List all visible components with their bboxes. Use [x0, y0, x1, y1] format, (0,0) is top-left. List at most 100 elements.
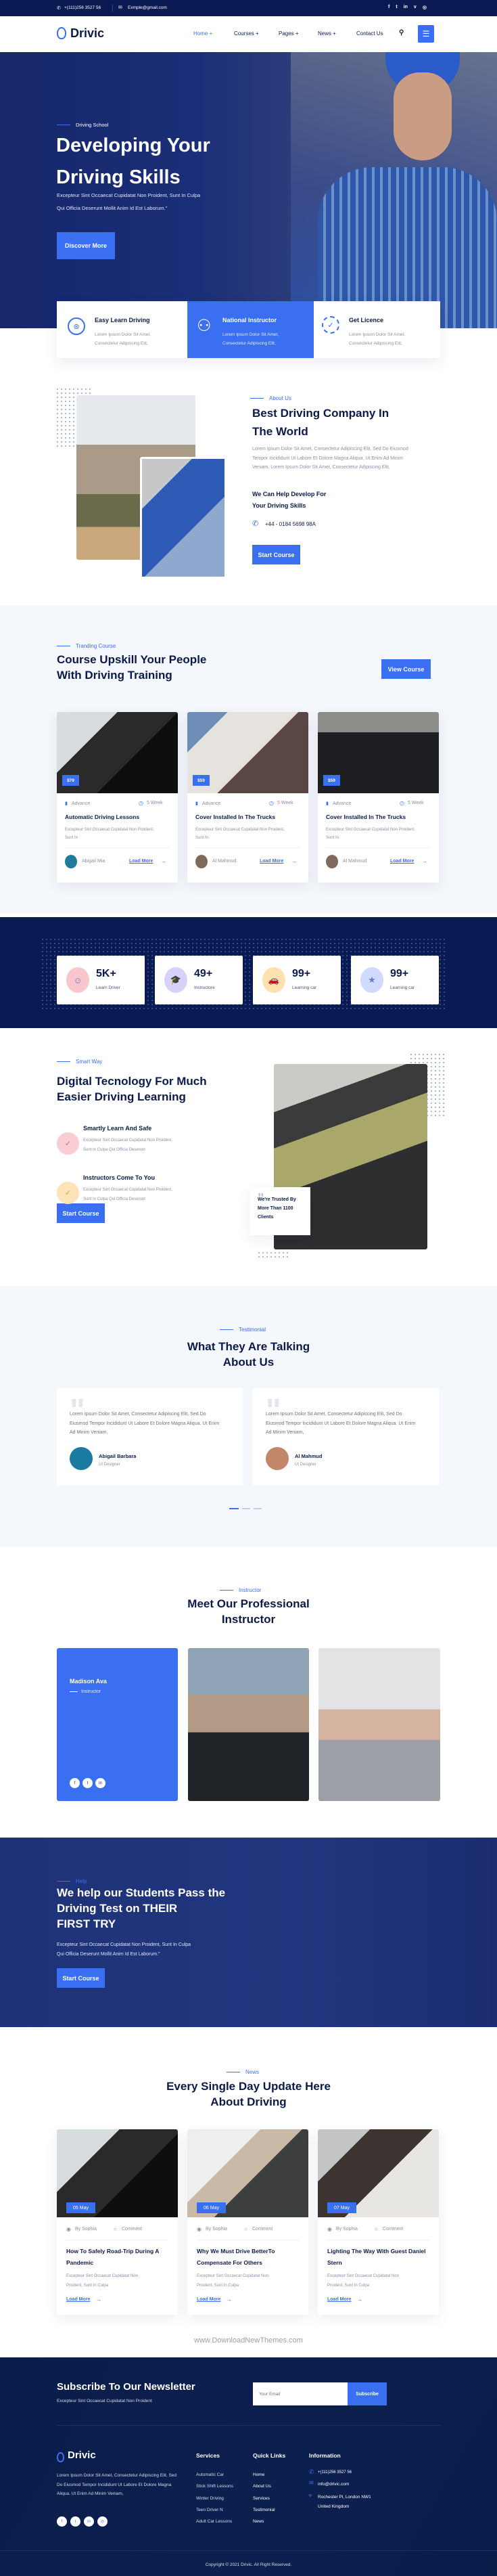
twitter-icon[interactable]: t [70, 2516, 80, 2527]
logo[interactable]: Drivic [70, 26, 104, 41]
view-course-button[interactable]: View Course [381, 659, 431, 679]
news-comment[interactable]: Comment [383, 2227, 403, 2231]
footer-quick-link[interactable]: Testimonial [253, 2504, 275, 2516]
testimonial-card: " Lorem Ipsum Dolor Sit Amet, Consectetur… [253, 1388, 439, 1486]
mail-icon: ✉ [309, 2480, 314, 2486]
stat-value: 99+ [390, 968, 409, 979]
carousel-dot[interactable] [254, 1508, 262, 1509]
user-icon: ◉ [197, 2226, 202, 2232]
news-comment[interactable]: Comment [122, 2227, 142, 2231]
search-icon[interactable]: ⚲ [399, 29, 404, 37]
quick-links-list: Home About Us Services Testimonial News [253, 2469, 275, 2527]
course-card[interactable]: $79 ▮ Advance ◷ 5 Week Automatic Driving Less… [57, 712, 178, 883]
course-level: Advance [333, 801, 352, 806]
news-title[interactable]: Lighting The Way With Guest Daniel Stern [327, 2246, 429, 2269]
footer-quick-link[interactable]: News [253, 2516, 275, 2527]
news-title[interactable]: Why We Must Drive BetterTo Compensate Fo… [197, 2246, 298, 2269]
email-input[interactable] [253, 2382, 348, 2405]
date-badge: 06 May [197, 2202, 226, 2213]
nav-home[interactable]: Home + [193, 30, 234, 37]
logo-icon [57, 2452, 64, 2462]
discover-more-button[interactable]: Discover More [57, 232, 115, 259]
instructor-photo[interactable] [318, 1648, 440, 1801]
testimonial-card: " Lorem Ipsum Dolor Sit Amet, Consectetur… [57, 1388, 243, 1486]
news-comment[interactable]: Comment [252, 2227, 273, 2231]
facebook-icon[interactable]: f [70, 1778, 80, 1788]
footer-service-link[interactable]: Adult Car Lessons [196, 2516, 233, 2527]
carousel-dot-active[interactable] [229, 1508, 239, 1509]
vimeo-icon[interactable]: v [414, 5, 417, 10]
about-phone[interactable]: +44 - 0184 5698 98A [265, 521, 316, 527]
topbar-email[interactable]: Exmple@gmail.com [128, 5, 167, 10]
news-card[interactable]: 07 May ◉ By Sophia ○ Comment Lighting The Way… [318, 2129, 439, 2315]
divider [112, 5, 113, 12]
user-icon: ◉ [327, 2226, 332, 2232]
footer-service-link[interactable]: Winter Driving [196, 2493, 233, 2504]
level-icon: ▮ [65, 801, 68, 806]
footer-service-link[interactable]: Teen Driver N [196, 2504, 233, 2516]
twitter-icon[interactable]: t [396, 5, 397, 10]
footer-quick-link[interactable]: Services [253, 2493, 275, 2504]
news-card[interactable]: 06 May ◉ By Sophia ○ Comment Why We Must Driv… [187, 2129, 308, 2315]
avatar [266, 1447, 289, 1470]
footer-quick-link[interactable]: Home [253, 2469, 275, 2481]
load-more-link[interactable]: Load More [197, 2297, 220, 2302]
linkedin-icon[interactable]: in [95, 1778, 105, 1788]
course-title[interactable]: Cover Installed In The Trucks [195, 814, 275, 820]
trophy-icon: ★ [360, 967, 383, 993]
instagram-icon[interactable]: ◎ [423, 5, 427, 10]
news-title[interactable]: How To Safely Road-Trip During A Pandemi… [66, 2246, 168, 2269]
course-title[interactable]: Automatic Driving Lessons [65, 814, 139, 820]
newsletter-text: Excepteur Sint Occaecat Cupidatat Non Pr… [57, 2399, 152, 2403]
footer-service-link[interactable]: Automatic Car [196, 2469, 233, 2481]
facebook-icon[interactable]: f [388, 5, 389, 10]
course-card[interactable]: $59 ▮ Advance ◷ 5 Week Cover Installed In The… [187, 712, 308, 883]
load-more-link[interactable]: Load More [129, 859, 153, 864]
footer-quick-link[interactable]: About Us [253, 2481, 275, 2492]
author-avatar [195, 855, 208, 868]
navbar: Drivic Home + Courses + Pages + News + C… [0, 16, 497, 52]
load-more-link[interactable]: Load More [66, 2297, 90, 2302]
load-more-link[interactable]: Load More [327, 2297, 351, 2302]
nav-courses[interactable]: Courses + [234, 30, 279, 37]
subscribe-button[interactable]: Subscribe [348, 2382, 387, 2405]
info-email[interactable]: info@drivic.com [318, 2482, 349, 2487]
price-badge: $59 [323, 775, 340, 786]
instagram-icon[interactable]: ◎ [97, 2516, 108, 2527]
linkedin-icon[interactable]: in [404, 5, 408, 10]
help-title: We help our Students Pass the Driving Tes… [57, 1886, 226, 1930]
load-more-link[interactable]: Load More [390, 859, 414, 864]
logo-icon [57, 27, 66, 39]
info-phone[interactable]: +(111)256 3527 56 [318, 2470, 352, 2474]
nav-contact[interactable]: Contact Us [356, 30, 383, 37]
nav-news[interactable]: News + [318, 30, 356, 37]
stat-card: ☺ 5K+ Learn Driver [57, 956, 145, 1004]
news-card[interactable]: 05 May ◉ By Sophia ○ Comment How To Safely Ro… [57, 2129, 178, 2315]
topbar-phone[interactable]: +(111)256 3527 56 [64, 5, 101, 10]
course-title[interactable]: Cover Installed In The Trucks [326, 814, 406, 820]
smart-item-text: Excepteur Sint Occaecat Cupidatat Non Pr… [83, 1188, 172, 1201]
course-card[interactable]: $59 ▮ Advance ◷ 5 Week Cover Installed In The… [318, 712, 439, 883]
nav-pages[interactable]: Pages + [279, 30, 318, 37]
menu-toggle-button[interactable]: ☰ [418, 25, 434, 43]
arrow-right-icon: → [96, 2296, 101, 2303]
footer-service-link[interactable]: Stick Shift Lessons [196, 2481, 233, 2492]
price-badge: $79 [62, 775, 79, 786]
start-course-button[interactable]: Start Course [252, 545, 300, 564]
linkedin-icon[interactable]: in [84, 2516, 94, 2527]
twitter-icon[interactable]: t [82, 1778, 93, 1788]
instructor-card-featured[interactable]: Madison Ava Instructor f t in [57, 1648, 178, 1801]
footer-logo[interactable]: Drivic [68, 2449, 96, 2461]
avatar [70, 1447, 93, 1470]
stat-value: 99+ [292, 968, 311, 979]
facebook-icon[interactable]: f [57, 2516, 67, 2527]
instructor-photo[interactable] [188, 1648, 309, 1801]
comment-icon: ○ [114, 2226, 117, 2232]
news-text: Excepteur Sint Occaecat Cupidatat Non Pr… [197, 2274, 269, 2288]
start-course-button[interactable]: Start Course [57, 1968, 105, 1988]
load-more-link[interactable]: Load More [260, 859, 283, 864]
start-course-button[interactable]: Start Course [57, 1203, 105, 1223]
carousel-dot[interactable] [242, 1508, 250, 1509]
divider [0, 2550, 497, 2551]
smart-title: Digital Tecnology For Much Easier Driving… [57, 1075, 207, 1103]
